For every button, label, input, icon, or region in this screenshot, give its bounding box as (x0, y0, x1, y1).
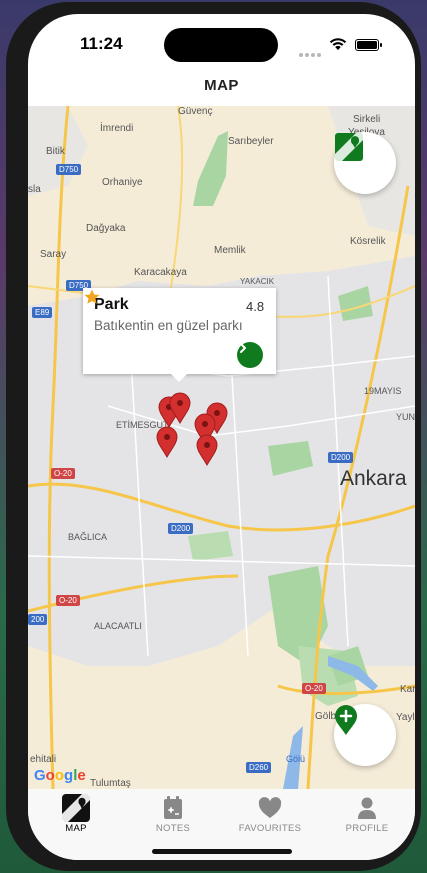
tab-favourites[interactable]: FAVOURITES (222, 789, 318, 849)
road-sign: D260 (246, 762, 272, 773)
tab-label: MAP (65, 823, 87, 834)
notes-icon (164, 796, 182, 819)
tab-label: NOTES (155, 823, 191, 834)
map-label-yakacik: YAKACIK (240, 277, 275, 286)
heart-icon (258, 797, 282, 818)
map-label-imrendi: İmrendi (100, 123, 134, 134)
map-label-dagyaka: Dağyaka (86, 223, 126, 234)
tab-label: FAVOURITES (238, 823, 302, 834)
map-label-yayla: Yayla (396, 712, 415, 723)
map-label-gol: Gölü (286, 754, 306, 764)
road-sign: E89 (32, 307, 53, 318)
map-label-kosrelik: Kösrelik (350, 236, 386, 247)
status-time: 11:24 (80, 34, 123, 53)
map-view[interactable]: Güvenç İmrendi Sirkeli Yesilova Sarıbeyl… (28, 106, 415, 789)
map-marker[interactable] (196, 434, 218, 466)
map-marker[interactable] (169, 392, 191, 424)
star-icon (84, 289, 100, 304)
map-label-yun: YUN (396, 412, 415, 422)
map-label-baglica: BAĞLICA (68, 532, 108, 542)
map-label-isla: sla (28, 184, 41, 195)
road-sign: 200 (28, 614, 48, 625)
page-title: MAP (204, 77, 239, 94)
road-sign: D200 (328, 452, 354, 463)
road-sign: D750 (56, 164, 82, 175)
tab-notes[interactable]: NOTES (125, 789, 221, 849)
google-logo: Google (34, 767, 86, 784)
map-label-ehitali: ehitali (30, 754, 57, 765)
map-label-tulumtas: Tulumtaş (90, 778, 131, 789)
road-sign: D200 (168, 523, 194, 534)
callout-detail-button[interactable] (237, 342, 263, 368)
phone-frame: 11:24 MAP Güvenç İmrendi Sirkeli Sarıbey… (6, 2, 421, 871)
place-callout[interactable]: Park 4.8 Batıkentin en güzel parkı (83, 288, 276, 382)
road-sign: O-20 (51, 468, 75, 479)
battery-icon (355, 39, 382, 51)
chevron-right-icon (240, 343, 246, 353)
screen: 11:24 MAP Güvenç İmrendi Sirkeli Sarıbey… (28, 14, 415, 860)
tab-label: PROFILE (345, 823, 389, 834)
map-label-saribeyler: Sarıbeyler (228, 136, 274, 147)
map-label-kar: Kar (400, 684, 415, 695)
map-base (28, 106, 415, 789)
map-label-memlik: Memlik (214, 245, 246, 256)
road-sign: O-20 (56, 595, 80, 606)
add-location-icon (335, 705, 357, 735)
map-label-alacaatli: ALACAATLI (94, 621, 142, 631)
signal-icon (299, 44, 323, 62)
map-label-19mayis: 19MAYIS (364, 386, 402, 396)
add-place-button[interactable] (334, 704, 396, 766)
tab-profile[interactable]: PROFILE (319, 789, 415, 849)
road-sign: O-20 (302, 683, 326, 694)
dynamic-island (164, 28, 278, 62)
home-indicator (152, 849, 292, 854)
callout-description: Batıkentin en güzel parkı (94, 318, 243, 333)
map-label-bitik: Bitik (46, 146, 65, 157)
map-type-button[interactable] (334, 132, 396, 194)
map-label-sirkeli: Sirkeli (353, 114, 381, 125)
wifi-icon (329, 38, 347, 50)
map-icon (62, 794, 90, 822)
person-icon (358, 797, 376, 819)
map-label-orhaniye: Orhaniye (102, 177, 143, 188)
callout-rating: 4.8 (246, 299, 265, 314)
status-bar: 11:24 (28, 14, 415, 74)
map-label-saray: Saray (40, 249, 67, 260)
map-label-karacakaya: Karacakaya (134, 267, 187, 278)
tab-map[interactable]: MAP (28, 789, 124, 849)
map-label-guvenc: Güvenç (178, 106, 213, 117)
map-marker[interactable] (156, 426, 178, 458)
map-icon (335, 133, 363, 161)
map-label-ankara: Ankara (340, 467, 407, 490)
